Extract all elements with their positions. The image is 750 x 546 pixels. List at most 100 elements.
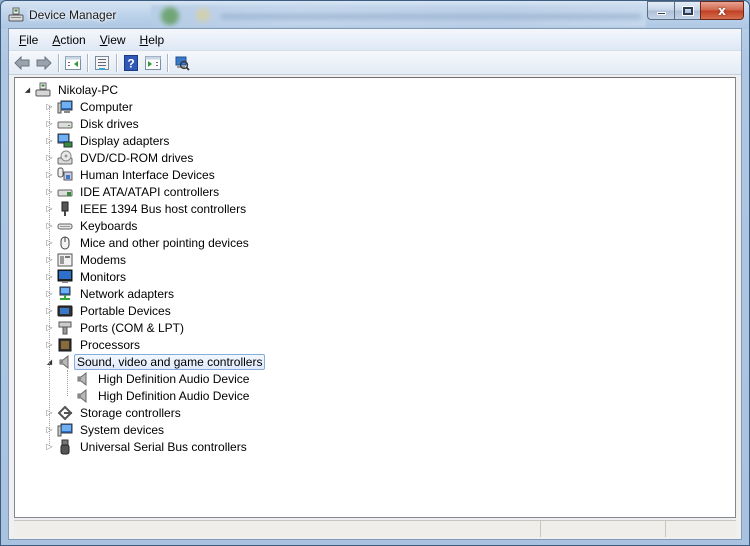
tree-category[interactable]: ▷ Display adapters: [45, 132, 172, 149]
menu-accel: V: [99, 32, 108, 47]
help-button[interactable]: ?: [121, 53, 141, 73]
scan-hardware-icon: [175, 56, 190, 71]
monitor-icon: [57, 269, 73, 285]
close-icon: x: [718, 3, 726, 18]
tree-category[interactable]: ▷ Universal Serial Bus controllers: [45, 438, 250, 455]
tree-category[interactable]: ◢ Sound, video and game controllers: [45, 353, 266, 370]
tree-device[interactable]: High Definition Audio Device: [63, 387, 252, 404]
tree-item-label: Display adapters: [80, 133, 170, 148]
tree-item-label: DVD/CD-ROM drives: [80, 150, 194, 165]
back-button[interactable]: [12, 53, 32, 73]
hid-icon: [57, 167, 73, 183]
console-tree-icon: [65, 55, 81, 70]
tree-category[interactable]: ▷ Keyboards: [45, 217, 140, 234]
properties-icon: [95, 55, 109, 70]
tree-category[interactable]: ▷ Mice and other pointing devices: [45, 234, 252, 251]
tree-category[interactable]: ▷ Processors: [45, 336, 143, 353]
menu-label: ile: [26, 32, 39, 47]
tree-category[interactable]: ▷ Network adapters: [45, 285, 177, 302]
menu-view[interactable]: View: [93, 31, 133, 49]
minimize-button[interactable]: [647, 1, 674, 20]
processor-icon: [57, 337, 73, 353]
speaker-icon: [57, 354, 73, 370]
maximize-button[interactable]: [674, 1, 700, 20]
speaker-icon: [75, 371, 91, 387]
disk-drive-icon: [57, 116, 73, 132]
menu-accel: H: [139, 32, 149, 47]
tree-item-label: Computer: [80, 99, 133, 114]
tree-item-label: IEEE 1394 Bus host controllers: [80, 201, 247, 216]
port-icon: [57, 320, 73, 336]
modem-icon: [57, 252, 73, 268]
tree-item-label: Keyboards: [80, 218, 138, 233]
back-arrow-icon: [14, 55, 30, 70]
show-hide-action-pane-button[interactable]: [143, 53, 163, 73]
tree-category[interactable]: ▷ System devices: [45, 421, 167, 438]
firewire-icon: [57, 201, 73, 217]
tree-category[interactable]: ▷ Monitors: [45, 268, 129, 285]
menu-label: ction: [60, 32, 86, 47]
menu-file[interactable]: File: [12, 31, 45, 49]
maximize-icon: [682, 6, 693, 15]
device-manager-icon: [8, 7, 24, 22]
tree-item-label: High Definition Audio Device: [98, 388, 250, 403]
keyboard-icon: [57, 218, 73, 234]
window-title: Device Manager: [29, 8, 117, 22]
tree-item-label: System devices: [80, 422, 165, 437]
tree-item-label: Disk drives: [80, 116, 139, 131]
tree-category[interactable]: ▷ Computer: [45, 98, 136, 115]
forward-button[interactable]: [34, 53, 54, 73]
menu-help[interactable]: Help: [133, 31, 172, 49]
tree-category[interactable]: ▷ Human Interface Devices: [45, 166, 218, 183]
tree-item-label: Universal Serial Bus controllers: [80, 439, 247, 454]
tree-category[interactable]: ▷ DVD/CD-ROM drives: [45, 149, 196, 166]
ide-controller-icon: [57, 184, 73, 200]
computer-icon: [57, 99, 73, 115]
dvd-drive-icon: [57, 150, 73, 166]
computer-root-icon: [35, 82, 51, 98]
network-adapter-icon: [57, 286, 73, 302]
scan-hardware-changes-button[interactable]: [172, 53, 192, 73]
tree-item-label: Ports (COM & LPT): [80, 320, 185, 335]
forward-arrow-icon: [36, 55, 52, 70]
properties-button[interactable]: [92, 53, 112, 73]
device-tree[interactable]: ◢ Nikolay-PC ▷ Computer ▷ Disk drives ▷ Display…: [14, 77, 736, 518]
tree-category[interactable]: ▷ IEEE 1394 Bus host controllers: [45, 200, 249, 217]
display-adapter-icon: [57, 133, 73, 149]
tree-category[interactable]: ▷ Storage controllers: [45, 404, 184, 421]
show-hide-console-tree-button[interactable]: [63, 53, 83, 73]
status-bar: [14, 520, 736, 537]
mouse-icon: [57, 235, 73, 251]
usb-icon: [57, 439, 73, 455]
toolbar: ?: [9, 51, 741, 75]
toolbar-separator: [167, 53, 168, 72]
menu-label: elp: [148, 32, 165, 47]
menu-bar: File Action View Help: [9, 29, 741, 51]
tree-device[interactable]: High Definition Audio Device: [63, 370, 252, 387]
tree-connector-line: [49, 106, 50, 446]
menu-action[interactable]: Action: [45, 31, 92, 49]
tree-item-label: Network adapters: [80, 286, 175, 301]
tree-category[interactable]: ▷ Modems: [45, 251, 129, 268]
tree-connector-line: [67, 370, 68, 396]
tree-item-label: Monitors: [80, 269, 127, 284]
tree-category[interactable]: ▷ Ports (COM & LPT): [45, 319, 187, 336]
portable-device-icon: [57, 303, 73, 319]
tree-item-label: Modems: [80, 252, 127, 267]
tree-item-label: Portable Devices: [80, 303, 171, 318]
tree-item-label: Mice and other pointing devices: [80, 235, 249, 250]
tree-item-label: Human Interface Devices: [80, 167, 215, 182]
tree-category[interactable]: ▷ IDE ATA/ATAPI controllers: [45, 183, 222, 200]
title-bar[interactable]: Device Manager x: [1, 1, 749, 29]
tree-category[interactable]: ▷ Disk drives: [45, 115, 142, 132]
status-cell: [666, 521, 736, 537]
collapse-icon[interactable]: ◢: [23, 85, 32, 94]
tree-item-label: Processors: [80, 337, 141, 352]
storage-controller-icon: [57, 405, 73, 421]
close-button[interactable]: x: [700, 1, 744, 20]
tree-category[interactable]: ▷ Portable Devices: [45, 302, 174, 319]
tree-root[interactable]: ◢ Nikolay-PC: [23, 81, 121, 98]
system-device-icon: [57, 422, 73, 438]
status-cell: [14, 521, 541, 537]
tree-item-label: IDE ATA/ATAPI controllers: [80, 184, 220, 199]
